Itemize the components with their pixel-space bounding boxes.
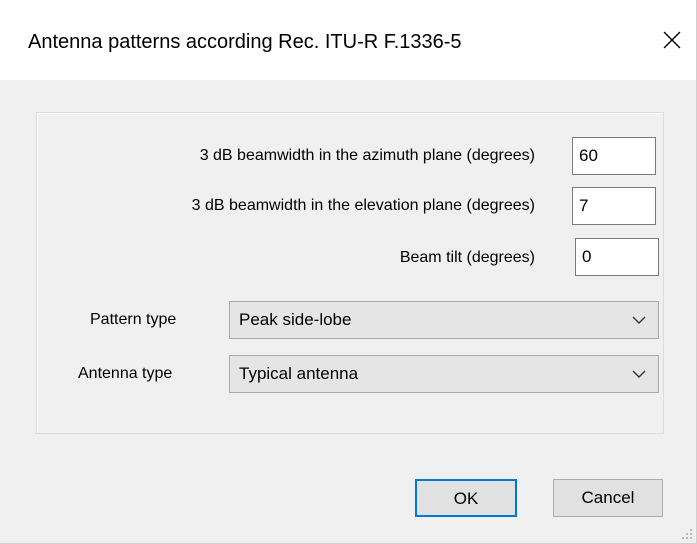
antenna-type-value: Typical antenna xyxy=(239,364,359,383)
pattern-type-select[interactable]: Peak side-lobe xyxy=(229,301,659,339)
elevation-beamwidth-input[interactable] xyxy=(572,187,656,225)
beam-tilt-label: Beam tilt (degrees) xyxy=(399,249,535,266)
ok-button[interactable]: OK xyxy=(415,479,517,517)
chevron-down-icon xyxy=(632,316,646,324)
pattern-type-value: Peak side-lobe xyxy=(239,310,352,329)
ok-button-label: OK xyxy=(453,489,479,508)
pattern-type-label: Pattern type xyxy=(90,311,177,328)
close-button[interactable] xyxy=(652,22,692,58)
antenna-type-select[interactable]: Typical antenna xyxy=(229,355,659,393)
cancel-button[interactable]: Cancel xyxy=(553,479,663,517)
chevron-down-icon xyxy=(632,370,646,378)
resize-grip-icon[interactable] xyxy=(680,527,694,541)
dialog-title: Antenna patterns according Rec. ITU-R F.… xyxy=(28,31,462,53)
antenna-pattern-dialog: Antenna patterns according Rec. ITU-R F.… xyxy=(0,0,697,544)
azimuth-beamwidth-label: 3 dB beamwidth in the azimuth plane (deg… xyxy=(199,147,535,164)
elevation-beamwidth-label: 3 dB beamwidth in the elevation plane (d… xyxy=(191,197,535,214)
antenna-type-label: Antenna type xyxy=(78,365,173,382)
cancel-button-label: Cancel xyxy=(581,488,635,507)
beam-tilt-input[interactable] xyxy=(575,238,659,276)
close-icon xyxy=(663,31,681,49)
azimuth-beamwidth-input[interactable] xyxy=(572,137,656,175)
title-bar: Antenna patterns according Rec. ITU-R F.… xyxy=(0,0,696,80)
